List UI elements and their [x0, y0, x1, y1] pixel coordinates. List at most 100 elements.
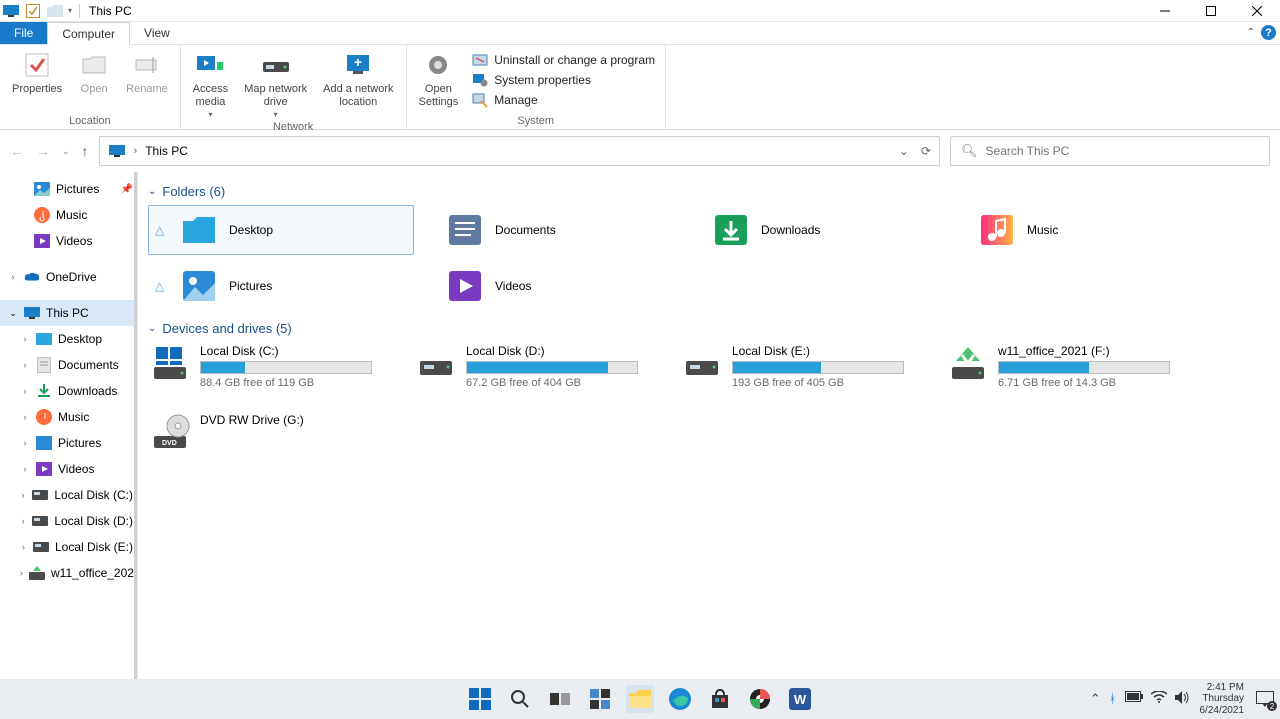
taskbar-store[interactable]: [706, 685, 734, 713]
chevron-down-icon[interactable]: ⌄: [8, 308, 18, 319]
sidebar-item[interactable]: ›Videos: [0, 456, 137, 482]
chevron-right-icon[interactable]: ›: [20, 386, 30, 396]
map-drive-icon: [260, 49, 292, 81]
minimize-button[interactable]: [1142, 0, 1188, 22]
folder-item[interactable]: Music: [946, 205, 1212, 255]
label: Pictures: [56, 182, 99, 196]
taskbar-clock[interactable]: 2:41 PM Thursday 6/24/2021: [1200, 682, 1245, 717]
sidebar-item[interactable]: ›Desktop: [0, 326, 137, 352]
qat-dropdown-icon[interactable]: ▾: [68, 6, 72, 15]
taskbar-word[interactable]: W: [786, 685, 814, 713]
nav-back-button[interactable]: ←: [10, 143, 24, 159]
open-button[interactable]: Open: [74, 47, 114, 98]
system-properties-button[interactable]: System properties: [470, 71, 657, 89]
start-button[interactable]: [466, 685, 494, 713]
drive-icon: [948, 344, 988, 384]
sidebar-item-music[interactable]: Music: [0, 202, 137, 228]
taskbar-media[interactable]: [746, 685, 774, 713]
chevron-right-icon[interactable]: ›: [8, 272, 18, 282]
label: Map network drive: [244, 83, 307, 108]
folder-item[interactable]: △Pictures: [148, 261, 414, 311]
sidebar-item[interactable]: ›Local Disk (E:): [0, 534, 137, 560]
folder-item[interactable]: △Desktop: [148, 205, 414, 255]
breadcrumb-chevron-icon[interactable]: ›: [134, 145, 138, 157]
drive-item[interactable]: Local Disk (D:)67.2 GB free of 404 GB: [414, 342, 680, 391]
sidebar-item[interactable]: ›Downloads: [0, 378, 137, 404]
close-button[interactable]: [1234, 0, 1280, 22]
taskbar-edge[interactable]: [666, 685, 694, 713]
tray-overflow-icon[interactable]: ⌃: [1090, 691, 1101, 707]
qat-folder-icon[interactable]: [46, 2, 64, 20]
drive-item[interactable]: w11_office_2021 (F:)6.71 GB free of 14.3…: [946, 342, 1212, 391]
sidebar-item-videos[interactable]: Videos: [0, 228, 137, 254]
chevron-right-icon[interactable]: ›: [20, 490, 26, 500]
address-bar[interactable]: › This PC ⌄ ⟳: [99, 136, 940, 166]
sidebar-item[interactable]: ›Local Disk (D:): [0, 508, 137, 534]
tab-view[interactable]: View: [130, 22, 184, 44]
chevron-right-icon[interactable]: ›: [20, 568, 23, 578]
help-icon[interactable]: ?: [1261, 25, 1276, 40]
search-input[interactable]: [986, 144, 1259, 158]
tab-file[interactable]: File: [0, 22, 47, 44]
sidebar-item-this-pc[interactable]: ⌄ This PC: [0, 300, 137, 326]
taskbar-file-explorer[interactable]: [626, 685, 654, 713]
properties-button[interactable]: Properties: [8, 47, 66, 98]
drive-item[interactable]: Local Disk (E:)193 GB free of 405 GB: [680, 342, 946, 391]
time: 2:41 PM: [1200, 682, 1245, 694]
uninstall-program-button[interactable]: Uninstall or change a program: [470, 51, 657, 69]
search-box[interactable]: 🔍︎: [950, 136, 1270, 166]
chevron-right-icon[interactable]: ›: [20, 542, 27, 552]
rename-button[interactable]: Rename: [122, 47, 172, 98]
add-network-location-button[interactable]: + Add a network location: [319, 47, 397, 110]
drive-item[interactable]: Local Disk (C:)88.4 GB free of 119 GB: [148, 342, 414, 391]
capacity-bar: [732, 361, 904, 374]
tab-computer[interactable]: Computer: [47, 22, 130, 45]
chevron-right-icon[interactable]: ›: [20, 464, 30, 474]
nav-up-button[interactable]: ↑: [82, 143, 89, 159]
chevron-right-icon[interactable]: ›: [20, 412, 30, 422]
sidebar-item[interactable]: ›Music: [0, 404, 137, 430]
scrollbar[interactable]: [134, 172, 137, 692]
chevron-down-icon[interactable]: ⌄: [148, 186, 156, 197]
sidebar-item[interactable]: ›Documents: [0, 352, 137, 378]
chevron-down-icon: ▾: [208, 110, 212, 119]
wifi-icon[interactable]: [1151, 691, 1167, 707]
widgets-button[interactable]: [586, 685, 614, 713]
sidebar-item-pictures[interactable]: Pictures 📌: [0, 176, 137, 202]
label: Videos: [56, 234, 92, 248]
sidebar-item[interactable]: ›w11_office_2021: [0, 560, 137, 586]
taskbar-search-button[interactable]: [506, 685, 534, 713]
ribbon-collapse-icon[interactable]: ⌃: [1247, 27, 1255, 38]
volume-icon[interactable]: [1175, 691, 1190, 707]
open-settings-button[interactable]: Open Settings: [415, 47, 463, 110]
manage-button[interactable]: Manage: [470, 91, 657, 109]
chevron-down-icon[interactable]: ⌄: [148, 323, 156, 334]
group-header-drives[interactable]: ⌄ Devices and drives (5): [148, 321, 1270, 336]
folder-item[interactable]: Downloads: [680, 205, 946, 255]
chevron-right-icon[interactable]: ›: [20, 360, 30, 370]
refresh-button[interactable]: ⟳: [921, 144, 931, 158]
drive-item[interactable]: DVDDVD RW Drive (G:): [148, 411, 414, 455]
breadcrumb-item[interactable]: This PC: [145, 144, 188, 158]
bluetooth-icon[interactable]: ᚼ: [1109, 691, 1117, 707]
folder-item[interactable]: Videos: [414, 261, 680, 311]
folder-label: Documents: [495, 223, 556, 237]
access-media-button[interactable]: Access media ▾: [189, 47, 232, 121]
chevron-right-icon[interactable]: ›: [20, 334, 30, 344]
notifications-button[interactable]: 2: [1254, 688, 1276, 710]
nav-forward-button[interactable]: →: [36, 143, 50, 159]
nav-history-dropdown[interactable]: ⌄: [62, 146, 70, 157]
map-drive-button[interactable]: Map network drive ▾: [240, 47, 311, 121]
task-view-button[interactable]: [546, 685, 574, 713]
folder-item[interactable]: Documents: [414, 205, 680, 255]
maximize-button[interactable]: [1188, 0, 1234, 22]
group-header-folders[interactable]: ⌄ Folders (6): [148, 184, 1270, 199]
chevron-right-icon[interactable]: ›: [20, 516, 26, 526]
sidebar-item-onedrive[interactable]: › OneDrive: [0, 264, 137, 290]
sidebar-item[interactable]: ›Pictures: [0, 430, 137, 456]
battery-icon[interactable]: [1125, 691, 1143, 707]
sidebar-item[interactable]: ›Local Disk (C:): [0, 482, 137, 508]
qat-checkbox-icon[interactable]: [24, 2, 42, 20]
chevron-right-icon[interactable]: ›: [20, 438, 30, 448]
address-dropdown-icon[interactable]: ⌄: [899, 144, 909, 158]
